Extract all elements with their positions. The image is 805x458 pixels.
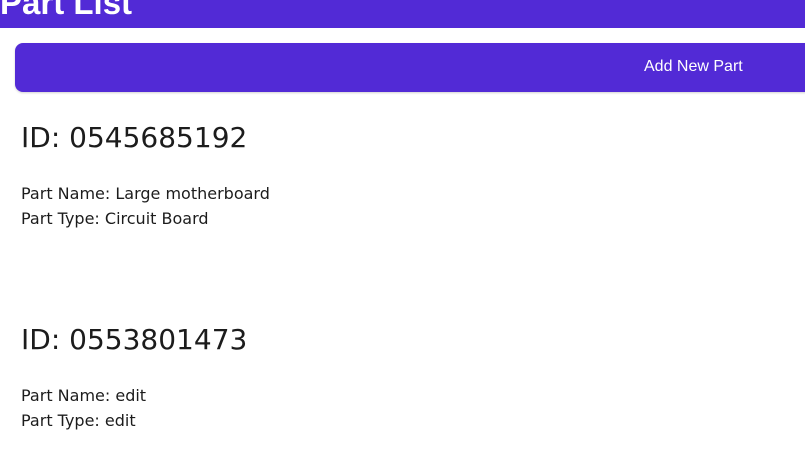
page: Part List Add New Part ID: 0545685192 Pa… — [0, 0, 805, 458]
part-type-row: Part Type: Circuit Board — [21, 206, 621, 231]
part-name-value: Large motherboard — [115, 184, 270, 203]
part-name-prefix: Part Name: — [21, 184, 111, 203]
part-id-value: 0553801473 — [69, 323, 248, 356]
part-name-row: Part Name: Large motherboard — [21, 181, 621, 206]
part-name-prefix: Part Name: — [21, 386, 111, 405]
part-name-value: edit — [115, 386, 147, 405]
page-title: Part List — [0, 0, 133, 21]
part-fields: Part Name: edit Part Type: edit — [21, 383, 621, 433]
part-card: ID: 0553801473 Part Name: edit Part Type… — [21, 320, 621, 433]
part-name-row: Part Name: edit — [21, 383, 621, 408]
add-new-part-label: Add New Part — [644, 58, 743, 75]
part-fields: Part Name: Large motherboard Part Type: … — [21, 181, 621, 231]
add-new-part-button[interactable]: Add New Part — [15, 43, 805, 92]
part-id-heading: ID: 0553801473 — [21, 320, 621, 360]
part-type-value: Circuit Board — [104, 209, 209, 228]
part-type-row: Part Type: edit — [21, 408, 621, 433]
part-type-prefix: Part Type: — [21, 411, 100, 430]
part-type-prefix: Part Type: — [21, 209, 100, 228]
part-type-value: edit — [104, 411, 136, 430]
part-id-prefix: ID: — [21, 121, 61, 154]
part-id-heading: ID: 0545685192 — [21, 118, 621, 158]
part-id-prefix: ID: — [21, 323, 61, 356]
header-bar: Part List — [0, 0, 805, 28]
part-id-value: 0545685192 — [69, 121, 248, 154]
part-card: ID: 0545685192 Part Name: Large motherbo… — [21, 118, 621, 231]
